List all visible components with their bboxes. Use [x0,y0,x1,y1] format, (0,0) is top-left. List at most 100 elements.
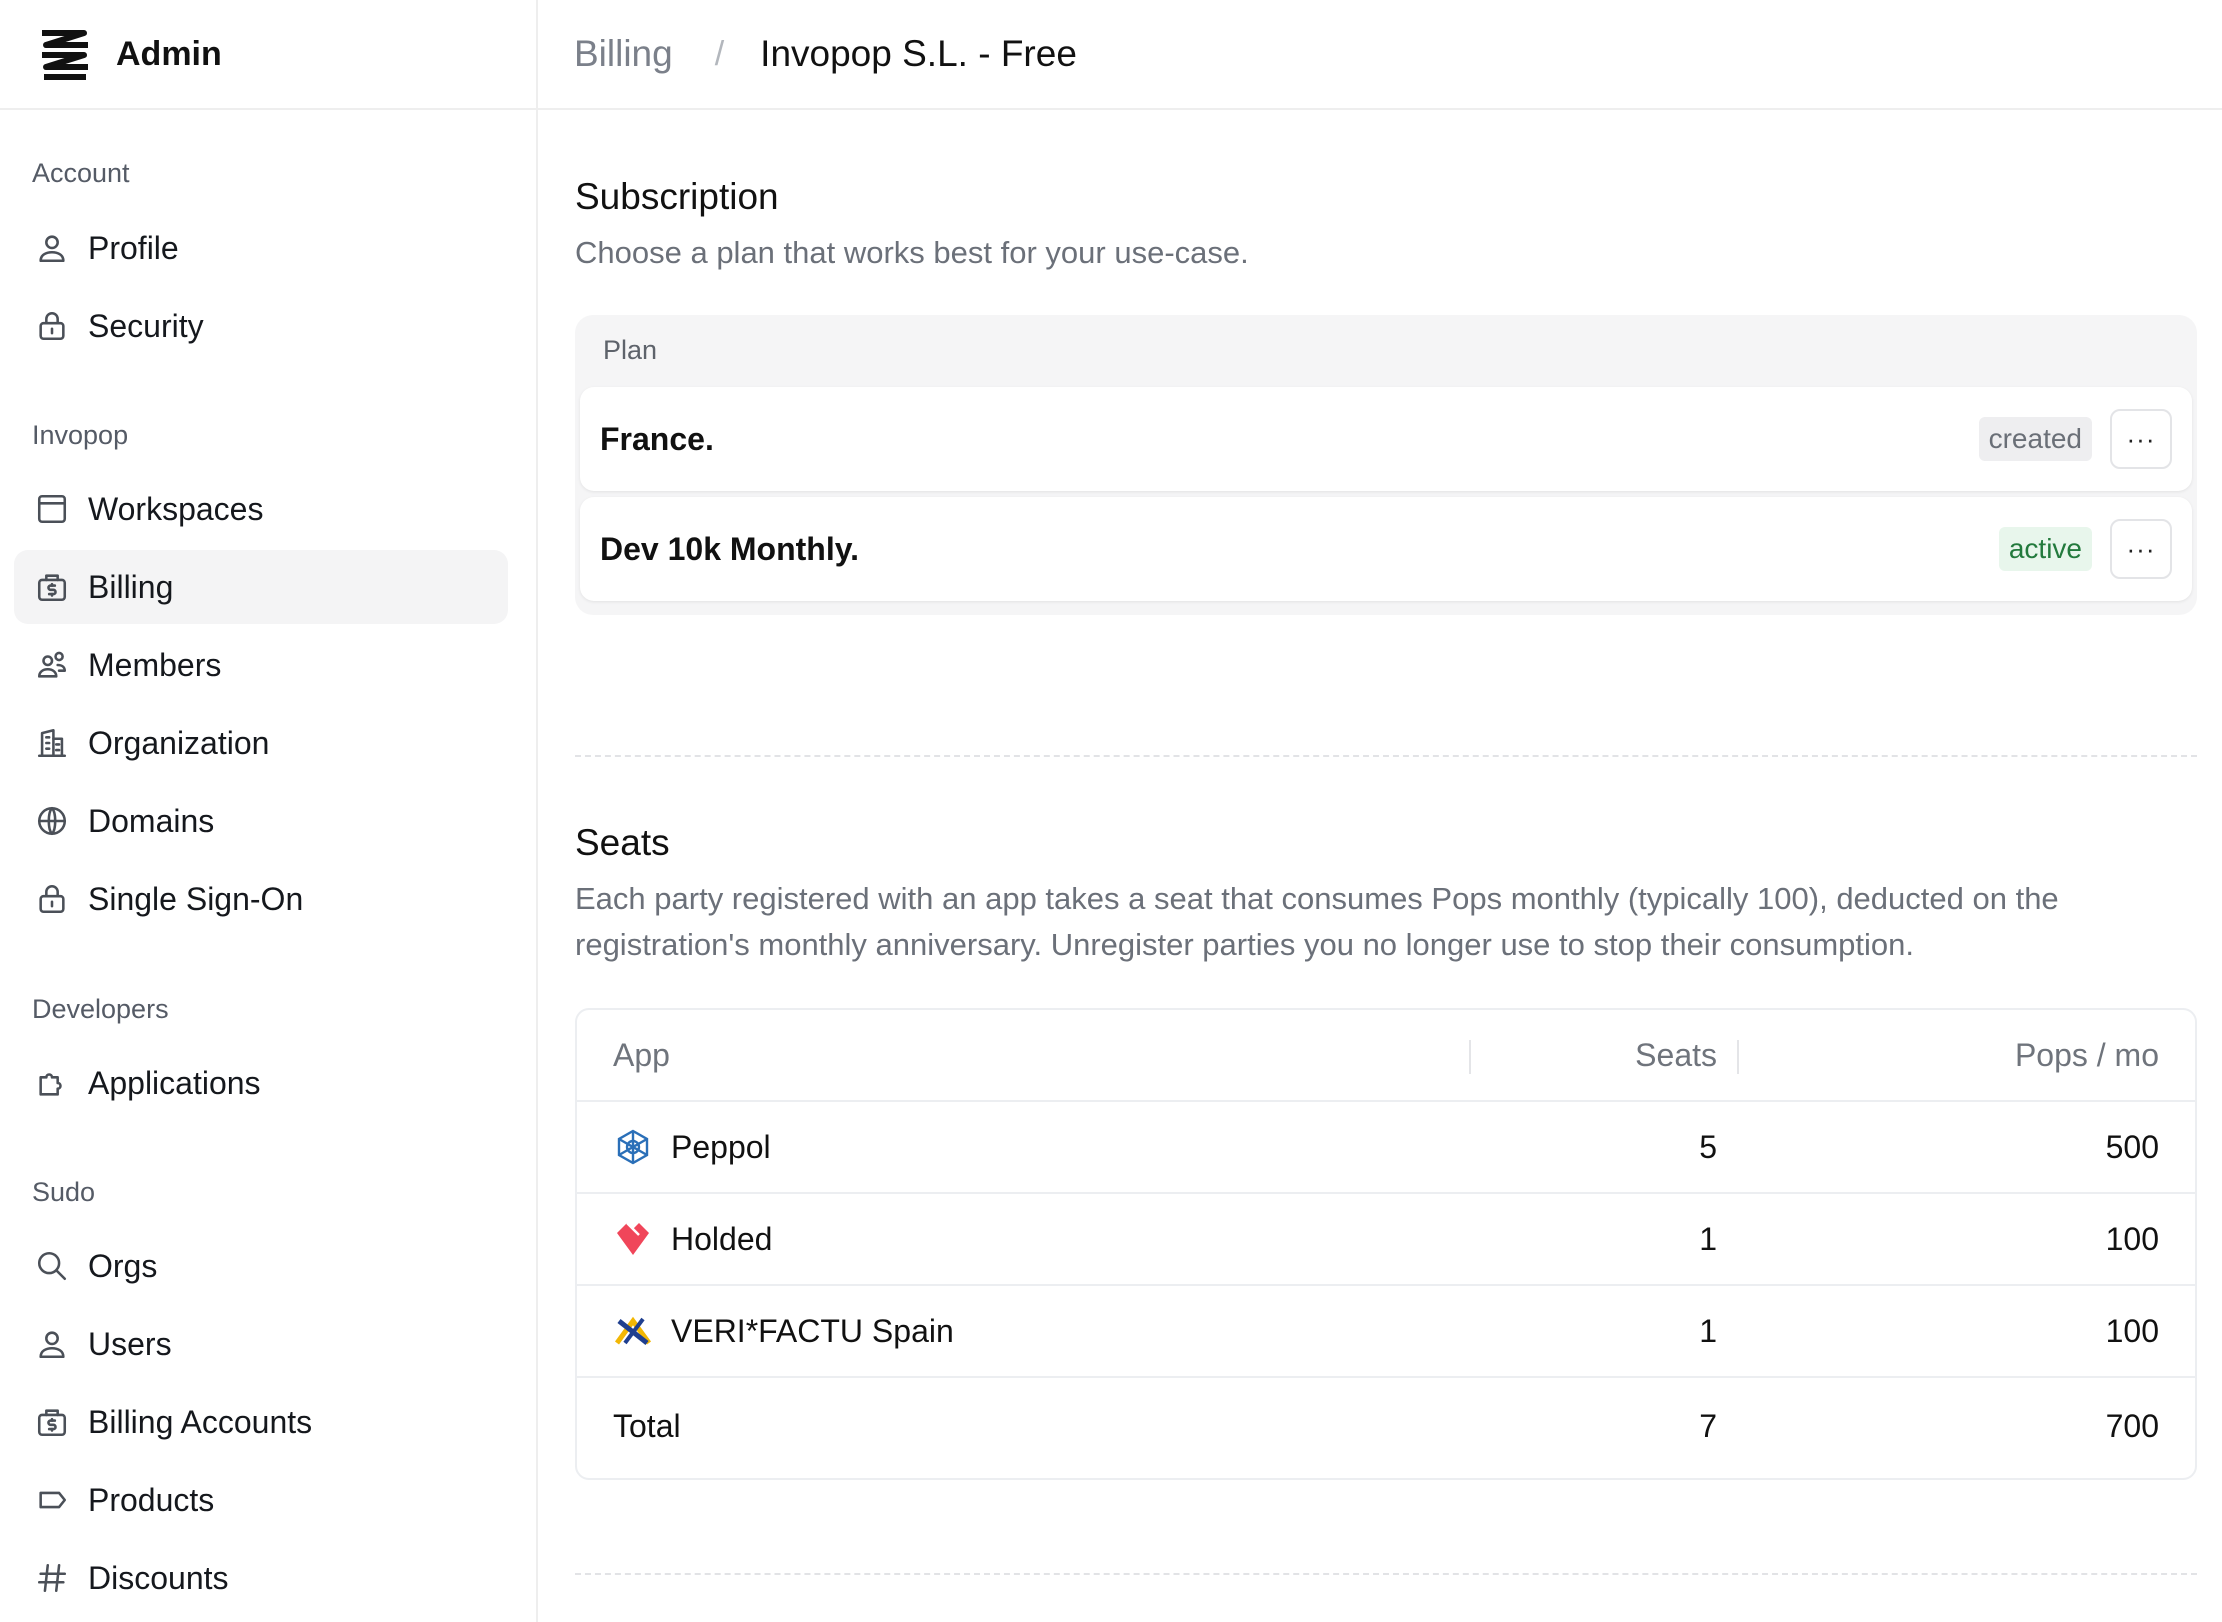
pops-value: 500 [2105,1128,2159,1165]
sidebar-item-label: Discounts [88,1559,229,1596]
table-row: Peppol 5 500 [577,1102,2195,1194]
plan-name: France. [600,420,714,457]
sidebar-item-billing[interactable]: Billing [14,550,508,624]
subscription-title: Subscription [575,176,779,217]
sidebar-item-label: Orgs [88,1247,158,1284]
puzzle-icon [34,1065,70,1101]
app-root: Admin Account Profile Security Invopop W… [0,0,2222,1622]
column-header-seats[interactable]: Seats [1635,1037,1717,1074]
status-badge: created [1978,417,2092,461]
sidebar-item-label: Billing [88,568,174,605]
column-divider [1737,1040,1739,1074]
section-divider [575,755,2197,757]
plan-card: Plan France. created ··· Dev 10k Monthly… [575,315,2197,615]
tag-icon [34,1482,70,1518]
breadcrumb-separator: / [714,34,725,73]
pops-value: 100 [2105,1312,2159,1349]
sidebar-item-single-sign-on[interactable]: Single Sign-On [14,862,508,936]
table-header: App Seats Pops / mo [577,1010,2195,1102]
page-title: Invopop S.L. - Free [760,33,1077,74]
app-cell: Peppol [613,1127,771,1167]
sidebar-item-label: Single Sign-On [88,880,304,917]
status-badge: active [1998,527,2092,571]
verifactu-icon [613,1311,653,1351]
window-icon [34,491,70,527]
breadcrumb-parent[interactable]: Billing [574,33,673,75]
ellipsis-icon: ··· [2126,533,2156,564]
seats-value: 5 [1699,1128,1717,1165]
table-row: Holded 1 100 [577,1194,2195,1286]
sidebar-item-applications[interactable]: Applications [14,1046,508,1120]
nav-group-developers: Developers [32,994,169,1024]
billing-icon [34,569,70,605]
user-icon [34,230,70,266]
total-seats: 7 [1699,1407,1717,1444]
nav-group-invopop: Invopop [32,420,129,450]
sidebar-item-security[interactable]: Security [14,289,508,363]
more-options-button[interactable]: ··· [2110,409,2172,469]
column-header-app[interactable]: App [613,1037,670,1074]
building-icon [34,725,70,761]
app-cell: VERI*FACTU Spain [613,1311,954,1351]
app-name: VERI*FACTU Spain [671,1312,954,1349]
seats-description: Each party registered with an app takes … [575,881,2059,962]
plan-row: Dev 10k Monthly. active ··· [580,497,2192,601]
sidebar-item-orgs[interactable]: Orgs [14,1229,508,1303]
plan-name: Dev 10k Monthly. [600,530,860,567]
users-icon [34,647,70,683]
sidebar: Admin Account Profile Security Invopop W… [0,0,538,1622]
logo-icon [42,30,88,80]
brand[interactable]: Admin [0,0,536,110]
sidebar-item-products[interactable]: Products [14,1463,508,1537]
column-header-pops[interactable]: Pops / mo [2015,1037,2159,1074]
sidebar-item-label: Applications [88,1064,261,1101]
sidebar-item-billing-accounts[interactable]: Billing Accounts [14,1385,508,1459]
sidebar-item-profile[interactable]: Profile [14,211,508,285]
plan-header: Plan [603,335,658,365]
sidebar-item-label: Products [88,1481,215,1518]
lock-icon [34,881,70,917]
app-cell: Holded [613,1219,772,1259]
sidebar-item-label: Workspaces [88,490,264,527]
lock-icon [34,308,70,344]
sidebar-item-label: Profile [88,229,179,266]
sidebar-item-label: Organization [88,724,270,761]
sidebar-item-members[interactable]: Members [14,628,508,702]
column-divider [1469,1040,1471,1074]
globe-icon [34,803,70,839]
sidebar-item-label: Billing Accounts [88,1403,313,1440]
sidebar-item-label: Domains [88,802,215,839]
nav-group-account: Account [32,158,130,188]
hash-icon [34,1560,70,1596]
seats-title: Seats [575,822,670,863]
sidebar-item-workspaces[interactable]: Workspaces [14,472,508,546]
user-icon [34,1326,70,1362]
table-total-row: Total 7 700 [577,1380,2195,1472]
sidebar-item-users[interactable]: Users [14,1307,508,1381]
holded-icon [613,1219,653,1259]
seats-table: App Seats Pops / mo Peppol 5 500 Holded … [575,1008,2197,1480]
total-pops: 700 [2105,1407,2159,1444]
billing-icon [34,1404,70,1440]
table-row: VERI*FACTU Spain 1 100 [577,1286,2195,1378]
nav-group-sudo: Sudo [32,1177,96,1207]
app-name: Holded [671,1220,773,1257]
pops-value: 100 [2105,1220,2159,1257]
sidebar-item-domains[interactable]: Domains [14,784,508,858]
total-label: Total [613,1407,681,1444]
breadcrumb: Billing / Invopop S.L. - Free [538,0,2222,110]
seats-value: 1 [1699,1312,1717,1349]
plan-row: France. created ··· [580,387,2192,491]
seats-value: 1 [1699,1220,1717,1257]
more-options-button[interactable]: ··· [2110,519,2172,579]
sidebar-item-discounts[interactable]: Discounts [14,1541,508,1615]
brand-name: Admin [116,34,222,73]
subscription-description: Choose a plan that works best for your u… [575,235,1249,270]
peppol-icon [613,1127,653,1167]
sidebar-item-label: Members [88,646,222,683]
sidebar-item-label: Users [88,1325,172,1362]
sidebar-item-label: Security [88,307,204,344]
search-icon [34,1248,70,1284]
sidebar-item-organization[interactable]: Organization [14,706,508,780]
ellipsis-icon: ··· [2126,423,2156,454]
